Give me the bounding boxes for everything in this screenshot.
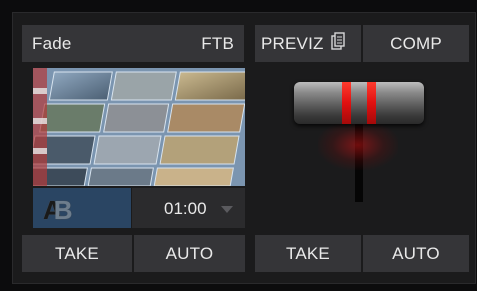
comp-button[interactable]: COMP — [363, 25, 469, 62]
auto-button-preview[interactable]: AUTO — [363, 235, 469, 272]
take-label: TAKE — [55, 243, 99, 263]
ab-transition-icon: AB — [43, 195, 73, 225]
auto-button-transition[interactable]: AUTO — [134, 235, 245, 272]
ftb-label: FTB — [201, 33, 234, 53]
ftb-button[interactable]: FTB — [172, 25, 244, 62]
take-button-preview[interactable]: TAKE — [255, 235, 361, 272]
take-button-transition[interactable]: TAKE — [22, 235, 132, 272]
tbar-handle[interactable] — [294, 82, 424, 124]
tbar-stripe-right — [367, 82, 376, 124]
tbar-glow — [318, 120, 398, 170]
fade-label: Fade — [32, 33, 72, 53]
duration-value: 01:00 — [164, 199, 207, 218]
copy-layers-icon — [330, 32, 345, 55]
previz-button[interactable]: PREVIZ — [255, 25, 361, 62]
tbar-stripe-left — [342, 82, 351, 124]
comp-label: COMP — [390, 33, 442, 53]
fade-transition-button[interactable]: Fade — [22, 25, 172, 62]
auto-label: AUTO — [392, 243, 440, 263]
duration-select[interactable]: 01:00 — [132, 188, 245, 228]
chevron-down-icon[interactable] — [221, 206, 233, 213]
auto-label: AUTO — [165, 243, 214, 263]
transition-type-tile[interactable]: AB — [33, 188, 131, 228]
transition-thumbnail[interactable] — [33, 68, 245, 186]
take-label: TAKE — [286, 243, 330, 263]
previz-label: PREVIZ — [261, 33, 324, 53]
transition-preview-image — [33, 68, 245, 186]
